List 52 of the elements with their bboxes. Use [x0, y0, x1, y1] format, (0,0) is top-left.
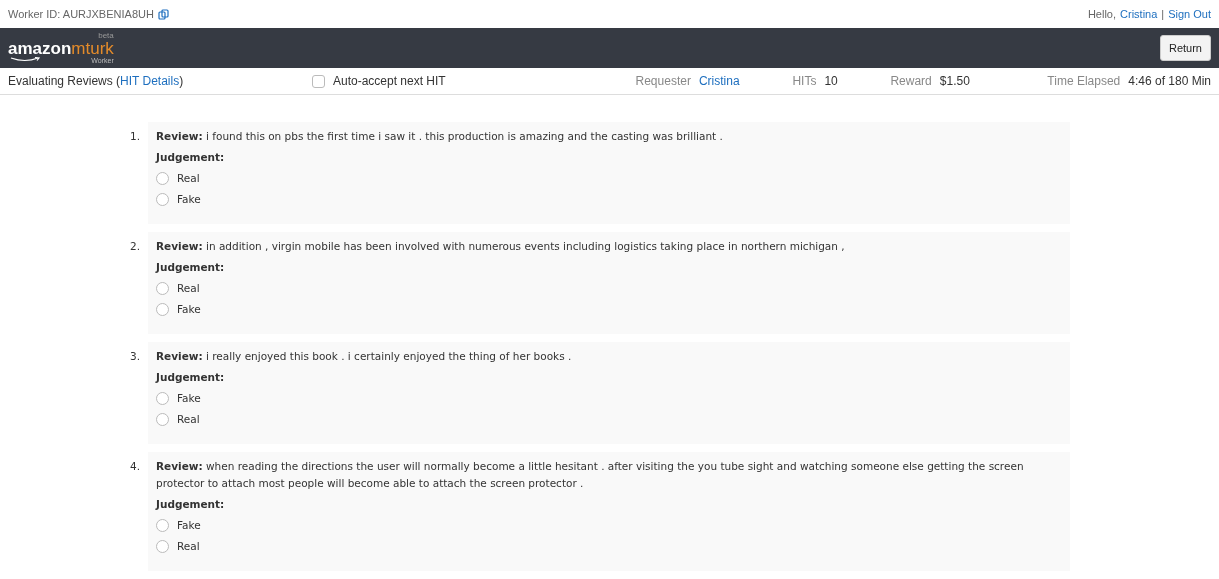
judgement-label: Judgement:	[156, 150, 226, 165]
review-text: Review: when reading the directions the user will normally become a little hesitant . after visiting the you tube sight and watching someone else getting the screen protector to attach most people will become able to attach the screen protector .	[156, 459, 1025, 491]
user-link[interactable]: Cristina	[1120, 5, 1158, 23]
hit-title: )	[179, 73, 184, 90]
logo-text: mturk	[71, 40, 114, 57]
review-text: Review: i found this on pbs the first time i saw it . this production is amazing and the casting was brilliant .	[156, 129, 724, 144]
separator-text: |	[1161, 6, 1165, 22]
option-label: Real	[177, 281, 200, 296]
judgement-label: Judgement:	[156, 370, 226, 385]
sign-out-link[interactable]: Sign Out	[1168, 5, 1211, 23]
stat-value: 10	[824, 73, 838, 90]
option-label: Real	[177, 412, 200, 427]
radio-button[interactable]	[156, 172, 169, 185]
judgement-label: Judgement:	[156, 260, 226, 275]
stat-label: Requester	[635, 73, 691, 90]
auto-accept-label: Auto-accept next HIT	[332, 73, 446, 90]
option-label: Fake	[177, 192, 201, 207]
option-label: Real	[177, 539, 200, 554]
radio-button[interactable]	[156, 392, 169, 405]
option-label: Fake	[177, 518, 201, 533]
radio-button[interactable]	[156, 282, 169, 295]
radio-button[interactable]	[156, 193, 169, 206]
question-number: 3.	[128, 349, 141, 364]
question-number: 1.	[128, 129, 141, 144]
hit-details-link[interactable]: HIT Details	[120, 72, 180, 90]
radio-button[interactable]	[156, 540, 169, 553]
option-label: Fake	[177, 391, 201, 406]
copy-icon[interactable]	[157, 8, 169, 20]
stat-label: HITs	[792, 73, 817, 90]
greeting-text: Hello,	[1087, 6, 1117, 22]
judgement-label: Judgement:	[156, 497, 226, 512]
question-number: 2.	[128, 239, 141, 254]
logo-text: amazon	[8, 40, 72, 57]
option-label: Real	[177, 171, 200, 186]
radio-button[interactable]	[156, 519, 169, 532]
stat-label: Time Elapsed	[1047, 73, 1121, 90]
review-text: Review: i really enjoyed this book . i certainly enjoyed the thing of her books .	[156, 349, 573, 364]
worker-id-label: Worker ID: AURJXBENIA8UH	[8, 6, 154, 22]
review-text: Review: in addition , virgin mobile has been involved with numerous events including logistics taking place in northern michigan ,	[156, 239, 846, 254]
auto-accept-checkbox[interactable]	[311, 74, 325, 88]
question-number: 4.	[128, 459, 141, 474]
hit-title: Evaluating Reviews (	[8, 73, 121, 90]
stat-label: Reward	[890, 73, 932, 90]
radio-button[interactable]	[156, 303, 169, 316]
smile-arrow-icon	[8, 57, 42, 62]
stat-value: 4:46 of 180 Min	[1128, 73, 1211, 90]
radio-button[interactable]	[156, 413, 169, 426]
requester-link[interactable]: Cristina	[698, 72, 740, 90]
option-label: Fake	[177, 302, 201, 317]
logo-tag-text: beta	[97, 32, 114, 40]
return-button[interactable]: Return	[1159, 34, 1211, 62]
stat-value: $1.50	[939, 73, 970, 90]
